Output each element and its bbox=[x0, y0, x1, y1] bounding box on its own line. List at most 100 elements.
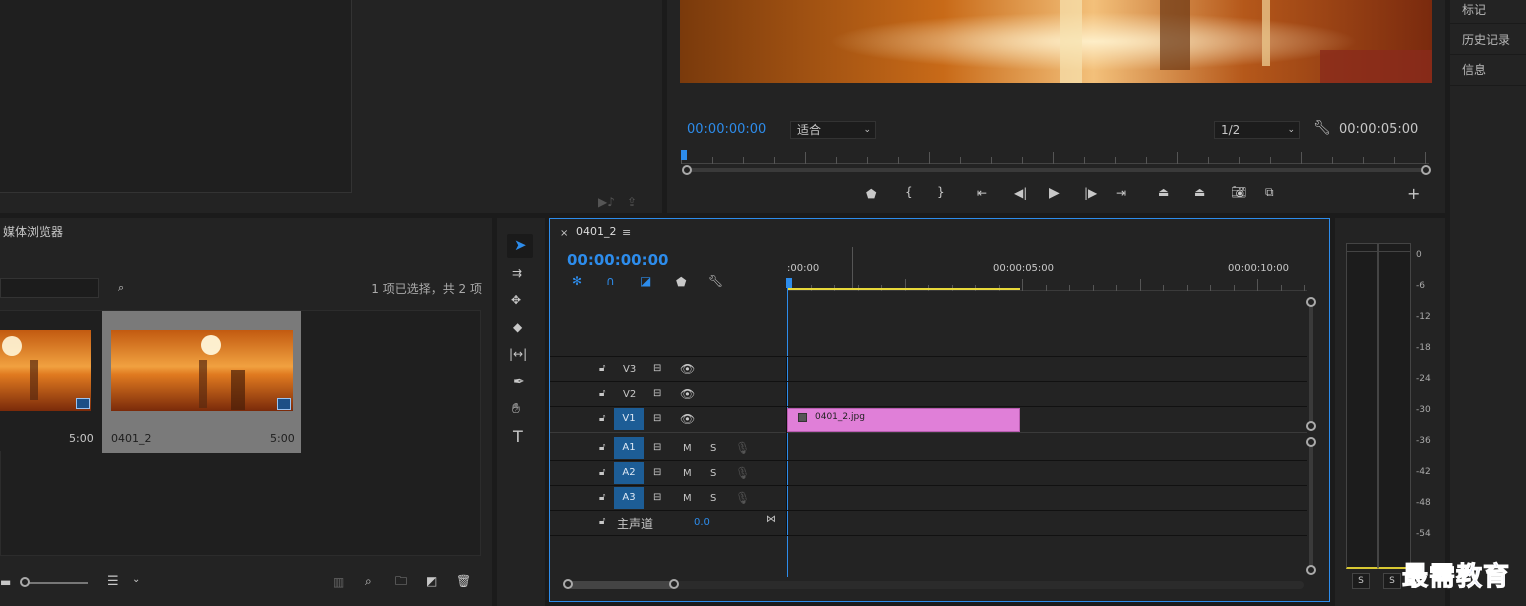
selection-tool[interactable]: ➤ bbox=[507, 234, 533, 258]
export-frame-camera-icon[interactable]: 📷︎ bbox=[1231, 186, 1246, 198]
timeline-scroll-thumb[interactable] bbox=[568, 581, 674, 589]
program-zoom-scrollbar[interactable] bbox=[685, 168, 1425, 172]
track-label-v2[interactable]: V2 bbox=[623, 389, 636, 400]
meter-solo-right-button[interactable]: S bbox=[1383, 573, 1401, 589]
panel-menu-icon[interactable]: ≡ bbox=[622, 227, 631, 238]
solo-button[interactable]: S bbox=[710, 468, 716, 479]
find-icon[interactable]: ⌕ bbox=[118, 282, 124, 293]
pen-tool-icon[interactable]: ✒ bbox=[513, 375, 525, 389]
go-to-audio-bounds-icon[interactable]: ⋈ bbox=[766, 515, 776, 525]
chevron-down-icon[interactable]: ⌄ bbox=[132, 575, 140, 585]
lock-icon[interactable]: 🔓︎ bbox=[599, 493, 605, 503]
program-playhead-timecode[interactable]: 00:00:00:00 bbox=[687, 122, 766, 137]
comparison-view-icon[interactable]: ⧉ bbox=[1265, 186, 1274, 198]
track-target-a3[interactable]: A3 bbox=[614, 487, 644, 509]
scroll-handle-right[interactable] bbox=[669, 579, 679, 589]
trash-icon[interactable]: 🗑︎ bbox=[456, 575, 471, 587]
fit-select[interactable]: 适合 ⌄ bbox=[790, 121, 876, 139]
panel-item-history[interactable]: 历史记录 bbox=[1450, 25, 1526, 55]
extract-icon[interactable]: ⏏ bbox=[1194, 186, 1205, 198]
step-forward-icon[interactable]: |▶ bbox=[1084, 187, 1097, 199]
solo-button[interactable]: S bbox=[710, 493, 716, 504]
new-item-icon[interactable]: ◩ bbox=[426, 575, 437, 587]
timeline-clip[interactable]: 0401_2.jpg bbox=[787, 408, 1020, 432]
track-label-v3[interactable]: V3 bbox=[623, 364, 636, 375]
go-to-in-icon[interactable]: ⇤ bbox=[977, 187, 987, 199]
video-vertical-scrollbar[interactable] bbox=[1309, 301, 1313, 425]
project-item-card-selected[interactable]: 0401_2 5:00 bbox=[102, 311, 301, 453]
lock-icon[interactable]: 🔓︎ bbox=[599, 468, 605, 478]
sync-lock-icon[interactable]: ⊟ bbox=[653, 493, 661, 503]
media-browser-tab[interactable]: 媒体浏览器 bbox=[3, 223, 63, 240]
ripple-edit-icon[interactable]: ✥ bbox=[511, 294, 521, 306]
mute-button[interactable]: M bbox=[683, 493, 692, 504]
track-target-a2[interactable]: A2 bbox=[614, 462, 644, 484]
sync-lock-icon[interactable]: ⊟ bbox=[653, 468, 661, 478]
scroll-handle-bottom[interactable] bbox=[1306, 565, 1316, 575]
project-item-card[interactable]: 5:00 bbox=[0, 311, 100, 451]
play-icon[interactable]: ▶ bbox=[1049, 186, 1060, 200]
resolution-select[interactable]: 1/2 ⌄ bbox=[1214, 121, 1300, 139]
microphone-icon[interactable]: 🎙︎ bbox=[735, 467, 750, 479]
audio-vertical-scrollbar[interactable] bbox=[1309, 443, 1313, 569]
new-bin-icon[interactable]: 🗀︎ bbox=[395, 575, 407, 587]
step-back-icon[interactable]: ◀| bbox=[1014, 187, 1027, 199]
lift-icon[interactable]: ⏏ bbox=[1158, 186, 1169, 198]
mute-button[interactable]: M bbox=[683, 468, 692, 479]
wrench-settings-icon[interactable]: 🔧︎ bbox=[1313, 121, 1331, 135]
program-mini-ruler[interactable] bbox=[681, 150, 1429, 164]
scroll-handle-bottom[interactable] bbox=[1306, 421, 1316, 431]
list-view-icon[interactable]: ▬ bbox=[0, 576, 11, 588]
eye-icon[interactable]: 👁︎ bbox=[680, 363, 695, 375]
sync-lock-icon[interactable]: ⊟ bbox=[653, 414, 661, 424]
meter-solo-left-button[interactable]: S bbox=[1352, 573, 1370, 589]
find-icon[interactable]: ⌕ bbox=[365, 575, 372, 587]
hand-tool-icon[interactable]: ✋︎ bbox=[512, 402, 520, 416]
export-frame-icon[interactable]: ⇪ bbox=[627, 196, 637, 208]
sequence-tab-label[interactable]: 0401_2 bbox=[576, 225, 617, 238]
work-area-bar[interactable] bbox=[787, 288, 1020, 290]
lock-icon[interactable]: 🔓︎ bbox=[599, 389, 605, 399]
slip-tool-icon[interactable]: |↔| bbox=[509, 348, 527, 360]
microphone-icon[interactable]: 🎙︎ bbox=[735, 442, 750, 454]
mute-button[interactable]: M bbox=[683, 443, 692, 454]
track-target-v1[interactable]: V1 bbox=[614, 408, 644, 430]
snap-magnet-icon[interactable]: ∩ bbox=[606, 275, 615, 287]
timeline-timecode[interactable]: 00:00:00:00 bbox=[567, 251, 669, 269]
scroll-handle-left[interactable] bbox=[563, 579, 573, 589]
eye-icon[interactable]: 👁︎ bbox=[680, 388, 695, 400]
lock-icon[interactable]: 🔓︎ bbox=[599, 517, 605, 527]
project-search-input[interactable] bbox=[0, 278, 99, 298]
lock-icon[interactable]: 🔓︎ bbox=[599, 364, 605, 374]
scroll-handle-top[interactable] bbox=[1306, 297, 1316, 307]
add-marker-icon[interactable]: ⬟ bbox=[866, 188, 876, 200]
linked-selection-icon[interactable]: ◪ bbox=[640, 275, 651, 287]
track-select-forward-icon[interactable]: ⇉ bbox=[512, 267, 522, 279]
microphone-icon[interactable]: 🎙︎ bbox=[735, 492, 750, 504]
sync-lock-icon[interactable]: ⊟ bbox=[653, 389, 661, 399]
razor-icon[interactable]: ◆ bbox=[513, 321, 522, 333]
solo-button[interactable]: S bbox=[710, 443, 716, 454]
zoom-slider-handle[interactable] bbox=[20, 577, 30, 587]
track-target-a1[interactable]: A1 bbox=[614, 437, 644, 459]
zoom-slider-track[interactable] bbox=[26, 582, 88, 584]
scroll-handle-right[interactable] bbox=[1421, 165, 1431, 175]
program-playhead-marker[interactable] bbox=[681, 150, 687, 160]
scroll-handle-left[interactable] bbox=[682, 165, 692, 175]
close-tab-icon[interactable]: × bbox=[560, 229, 568, 239]
timeline-settings-wrench-icon[interactable]: 🔧︎ bbox=[708, 275, 723, 287]
automate-to-sequence-icon[interactable]: ▥ bbox=[333, 576, 344, 588]
lock-icon[interactable]: 🔓︎ bbox=[599, 414, 605, 424]
sync-lock-icon[interactable]: ⊟ bbox=[653, 364, 661, 374]
eye-icon[interactable]: 👁︎ bbox=[680, 413, 695, 425]
add-marker-icon[interactable]: ⬟ bbox=[676, 276, 686, 288]
scroll-handle-top[interactable] bbox=[1306, 437, 1316, 447]
export-audio-icon[interactable]: ▶♪ bbox=[598, 196, 615, 208]
panel-item-markers[interactable]: 标记 bbox=[1450, 0, 1526, 24]
sort-icon[interactable]: ☰ bbox=[107, 575, 119, 588]
nest-sequence-icon[interactable]: ✻ bbox=[572, 275, 582, 287]
master-volume-value[interactable]: 0.0 bbox=[694, 517, 710, 528]
go-to-out-icon[interactable]: ⇥ bbox=[1116, 187, 1126, 199]
panel-item-info[interactable]: 信息 bbox=[1450, 56, 1526, 86]
mark-out-icon[interactable]: } bbox=[937, 186, 945, 198]
